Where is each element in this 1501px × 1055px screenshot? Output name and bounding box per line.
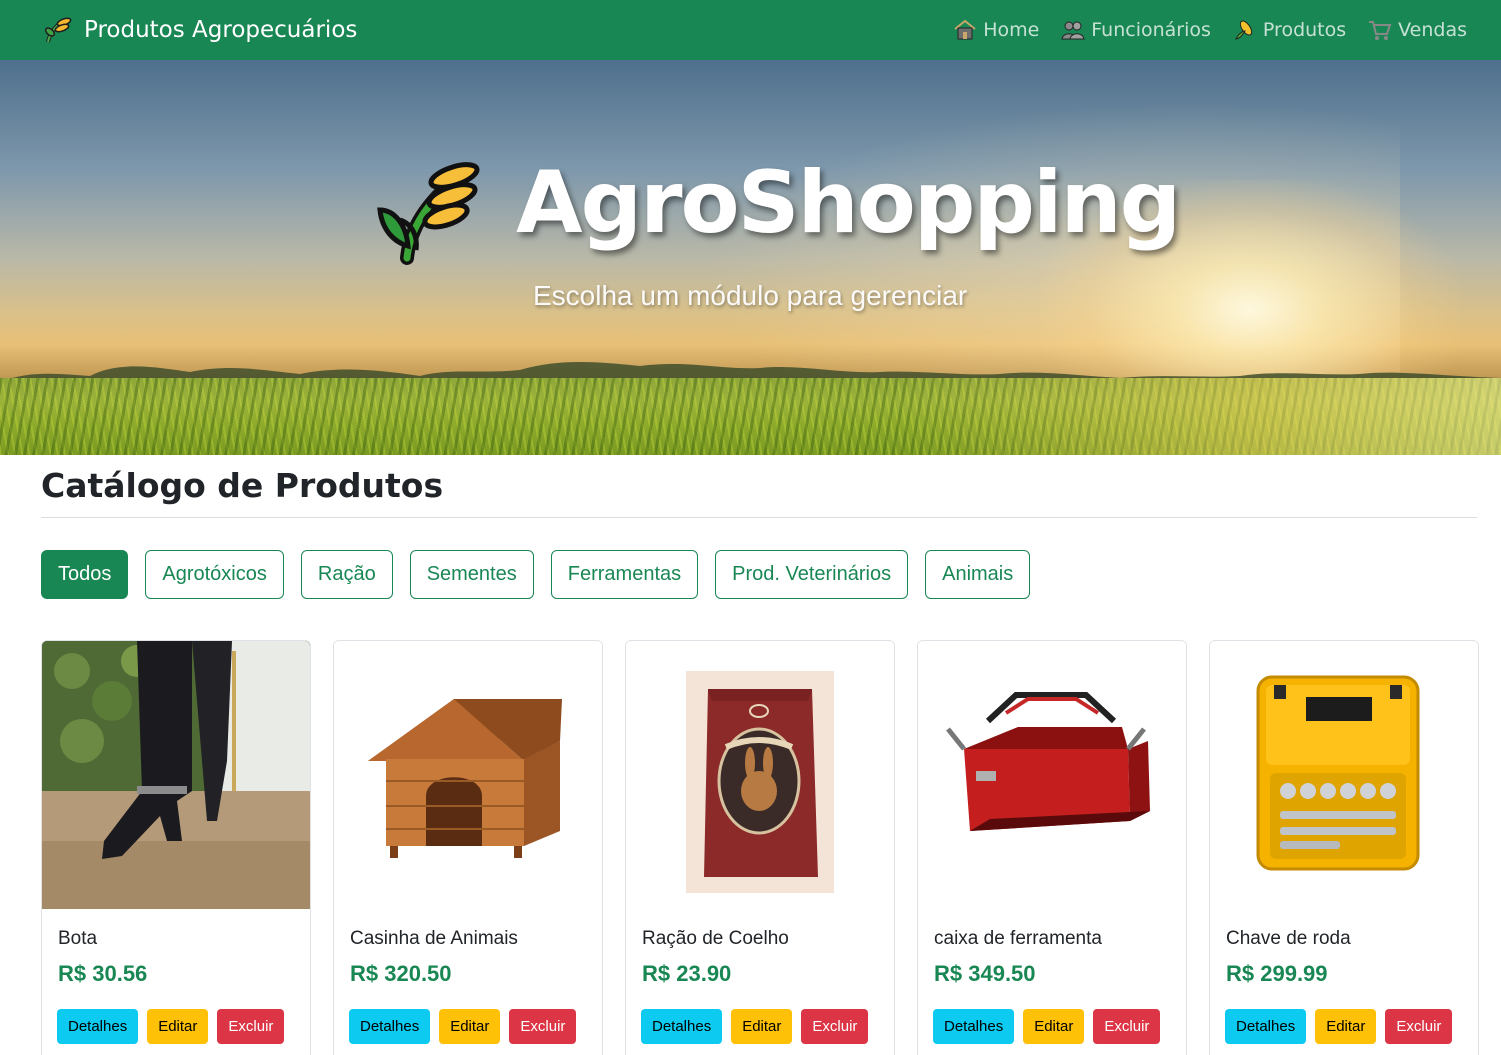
corn-icon (1235, 20, 1253, 40)
hero-banner: AgroShopping Escolha um módulo para gere… (0, 60, 1501, 455)
product-name: Ração de Coelho (642, 928, 789, 949)
product-name: Bota (58, 928, 98, 949)
product-card: Ração de Coelho R$ 23.90 Detalhes Editar… (625, 640, 895, 1055)
wheat-logo-icon (44, 17, 72, 43)
edit-button[interactable]: Editar (147, 1009, 209, 1044)
wheat-logo-icon (377, 162, 480, 265)
product-price: R$ 299.99 (1226, 961, 1328, 986)
nav-link-produtos[interactable]: Produtos (1233, 19, 1346, 41)
nav-link-label: Produtos (1262, 19, 1347, 41)
catalog-title: Catálogo de Produtos (41, 466, 444, 505)
product-image-doghouse (334, 641, 602, 909)
cart-icon (1369, 21, 1392, 40)
product-image-rabbit-feed (626, 641, 894, 909)
details-button[interactable]: Detalhes (349, 1009, 431, 1044)
doghouse-photo (368, 699, 562, 858)
rabbit-feed-photo (686, 671, 834, 893)
edit-button[interactable]: Editar (1023, 1009, 1085, 1044)
product-price: R$ 320.50 (350, 961, 452, 986)
product-image-socket-set (1210, 641, 1478, 909)
filter-ferramentas[interactable]: Ferramentas (550, 550, 699, 599)
product-actions: Detalhes Editar Excluir (57, 1009, 285, 1044)
edit-button[interactable]: Editar (1315, 1009, 1377, 1044)
filter-sementes[interactable]: Sementes (409, 550, 534, 599)
hero-title: AgroShopping (516, 153, 1181, 253)
field-sunlight (900, 378, 1501, 455)
filter-racao[interactable]: Ração (300, 550, 393, 599)
category-filters: Todos Agrotóxicos Ração Sementes Ferrame… (41, 550, 1031, 599)
product-actions: Detalhes Editar Excluir (641, 1009, 869, 1044)
filter-prod-veterinarios[interactable]: Prod. Veterinários (715, 550, 909, 599)
nav-link-label: Funcionários (1091, 19, 1211, 41)
product-image-boot (42, 641, 310, 909)
delete-button[interactable]: Excluir (509, 1009, 577, 1044)
filter-agrotoxicos[interactable]: Agrotóxicos (145, 550, 284, 599)
product-card: Bota R$ 30.56 Detalhes Editar Excluir (41, 640, 311, 1055)
product-actions: Detalhes Editar Excluir (1225, 1009, 1453, 1044)
socket-set-photo (1256, 675, 1420, 871)
toolbox-photo (946, 692, 1150, 831)
nav-link-home[interactable]: Home (953, 19, 1039, 41)
details-button[interactable]: Detalhes (641, 1009, 723, 1044)
product-card: caixa de ferramenta R$ 349.50 Detalhes E… (917, 640, 1187, 1055)
details-button[interactable]: Detalhes (933, 1009, 1015, 1044)
brand-link[interactable]: Produtos Agropecuários (42, 14, 357, 46)
nav-link-label: Home (983, 19, 1040, 41)
delete-button[interactable]: Excluir (217, 1009, 285, 1044)
people-icon (1061, 21, 1085, 40)
nav-links: Home Funcionários Produtos Vendas (953, 19, 1467, 41)
nav-link-funcionarios[interactable]: Funcionários (1061, 19, 1211, 41)
house-icon (954, 19, 976, 40)
product-name: caixa de ferramenta (934, 928, 1102, 949)
nav-link-vendas[interactable]: Vendas (1368, 19, 1467, 41)
product-card: Casinha de Animais R$ 320.50 Detalhes Ed… (333, 640, 603, 1055)
delete-button[interactable]: Excluir (1385, 1009, 1453, 1044)
hero-subtitle: Escolha um módulo para gerenciar (533, 280, 968, 311)
product-actions: Detalhes Editar Excluir (349, 1009, 577, 1044)
top-navbar: Produtos Agropecuários Home Funcionários (0, 0, 1501, 60)
filter-animais[interactable]: Animais (925, 550, 1031, 599)
brand-label: Produtos Agropecuários (84, 17, 358, 43)
catalog-divider (41, 517, 1477, 518)
details-button[interactable]: Detalhes (57, 1009, 139, 1044)
product-actions: Detalhes Editar Excluir (933, 1009, 1161, 1044)
product-price: R$ 23.90 (642, 961, 732, 986)
edit-button[interactable]: Editar (731, 1009, 793, 1044)
product-image-toolbox (918, 641, 1186, 909)
delete-button[interactable]: Excluir (1093, 1009, 1161, 1044)
product-price: R$ 30.56 (58, 961, 148, 986)
nav-link-label: Vendas (1398, 19, 1467, 41)
details-button[interactable]: Detalhes (1225, 1009, 1307, 1044)
product-price: R$ 349.50 (934, 961, 1036, 986)
product-name: Casinha de Animais (350, 928, 518, 949)
delete-button[interactable]: Excluir (801, 1009, 869, 1044)
product-name: Chave de roda (1226, 928, 1351, 949)
product-card: Chave de roda R$ 299.99 Detalhes Editar … (1209, 640, 1479, 1055)
boot-photo (42, 641, 310, 909)
edit-button[interactable]: Editar (439, 1009, 501, 1044)
product-grid: Bota R$ 30.56 Detalhes Editar Excluir Ca… (41, 640, 1479, 1055)
filter-todos[interactable]: Todos (41, 550, 129, 599)
